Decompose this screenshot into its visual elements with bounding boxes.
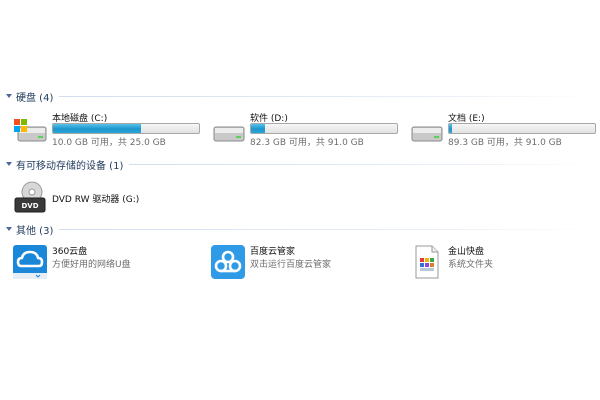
drive-usage-bar-d bbox=[250, 123, 398, 134]
drive-usage-bar-c bbox=[52, 123, 200, 134]
collapse-icon[interactable] bbox=[6, 94, 12, 98]
dvd-drive-item[interactable]: DVD DVD RW 驱动器 (G:) bbox=[12, 180, 212, 216]
collapse-icon[interactable] bbox=[6, 227, 12, 231]
other-item-desc: 系统文件夹 bbox=[448, 260, 494, 270]
group-divider bbox=[59, 228, 594, 230]
group-header-removable[interactable]: 有可移动存储的设备 (1) bbox=[6, 157, 594, 172]
other-item-baidu-cloud[interactable]: 百度云管家 双击运行百度云管家 bbox=[210, 244, 410, 280]
kuaipan-file-icon bbox=[415, 245, 439, 279]
drive-free-text-d: 82.3 GB 可用，共 91.0 GB bbox=[250, 138, 364, 148]
other-item-desc: 方便好用的网络U盘 bbox=[52, 260, 131, 270]
drive-usage-fill-c bbox=[53, 124, 141, 133]
computer-window: 硬盘 (4) 本地磁盘 (C:) 10.0 GB 可用，共 25.0 GB 软件… bbox=[0, 0, 600, 400]
other-item-name: 360云盘 bbox=[52, 247, 88, 257]
other-item-kuaipan[interactable]: 金山快盘 系统文件夹 bbox=[408, 244, 598, 280]
group-title-drives: 硬盘 (4) bbox=[16, 92, 54, 104]
group-header-other[interactable]: 其他 (3) bbox=[6, 222, 594, 237]
hard-drive-icon bbox=[411, 126, 443, 142]
group-title-removable: 有可移动存储的设备 (1) bbox=[16, 160, 124, 172]
drive-item-e[interactable]: 文档 (E:) 89.3 GB 可用，共 91.0 GB bbox=[408, 111, 598, 148]
dvd-drive-name: DVD RW 驱动器 (G:) bbox=[52, 195, 140, 205]
collapse-icon[interactable] bbox=[6, 162, 12, 166]
drive-free-text-e: 89.3 GB 可用，共 91.0 GB bbox=[448, 138, 562, 148]
drive-usage-fill-e bbox=[449, 124, 452, 133]
group-divider bbox=[59, 95, 594, 97]
baidu-cloud-icon bbox=[211, 245, 245, 279]
dvd-icon-label: DVD bbox=[21, 202, 38, 210]
other-item-name: 金山快盘 bbox=[448, 247, 485, 257]
drive-item-d[interactable]: 软件 (D:) 82.3 GB 可用，共 91.0 GB bbox=[210, 111, 410, 148]
hard-drive-icon bbox=[213, 126, 245, 142]
drive-usage-bar-e bbox=[448, 123, 596, 134]
group-divider bbox=[129, 163, 594, 165]
group-header-drives[interactable]: 硬盘 (4) bbox=[6, 89, 594, 104]
drive-item-c[interactable]: 本地磁盘 (C:) 10.0 GB 可用，共 25.0 GB bbox=[12, 111, 212, 148]
windows-drive-icon bbox=[14, 119, 47, 142]
group-title-other: 其他 (3) bbox=[16, 225, 54, 237]
cloud-drive-icon bbox=[13, 245, 47, 279]
other-item-name: 百度云管家 bbox=[250, 247, 296, 257]
dvd-drive-icon: DVD bbox=[14, 181, 46, 213]
other-item-360-cloud[interactable]: 360云盘 方便好用的网络U盘 bbox=[12, 244, 212, 280]
other-item-desc: 双击运行百度云管家 bbox=[250, 260, 332, 270]
drive-free-text-c: 10.0 GB 可用，共 25.0 GB bbox=[52, 138, 166, 148]
drive-usage-fill-d bbox=[251, 124, 266, 133]
